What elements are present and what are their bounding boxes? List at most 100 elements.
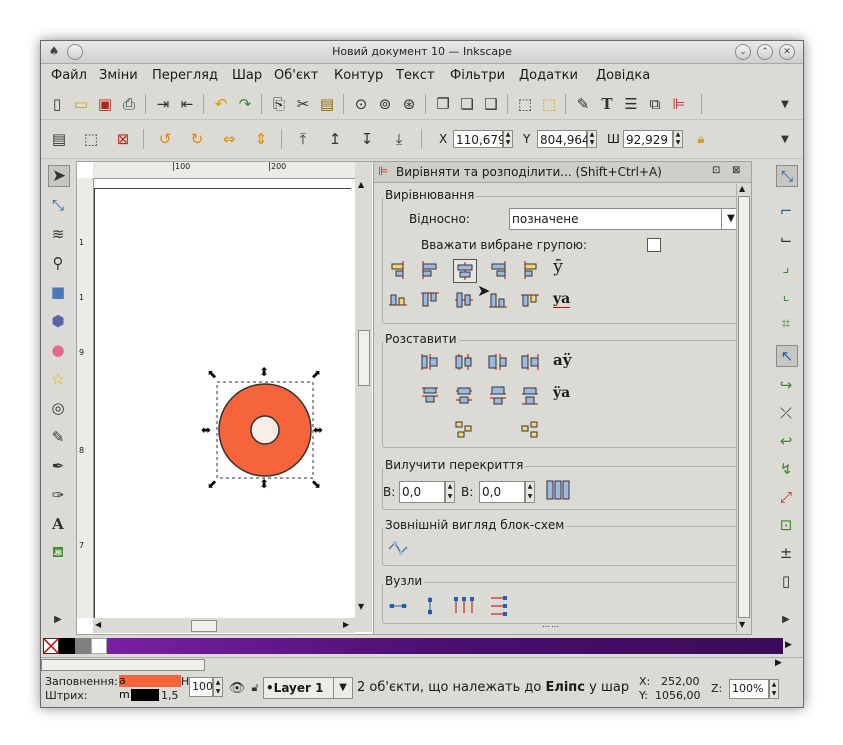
distribute-nodes-vertical-icon[interactable]: [487, 595, 509, 617]
scale-handle-e-icon[interactable]: ⬌: [313, 423, 323, 437]
node-tool-icon[interactable]: ⤡: [48, 195, 68, 215]
swatch-black[interactable]: [59, 638, 75, 654]
h-gap-spinner[interactable]: ▲ ▼: [445, 481, 455, 503]
distribute-left-edges-icon[interactable]: [419, 351, 441, 373]
align-dialog-icon[interactable]: ⊫: [669, 94, 689, 114]
treat-as-group-checkbox[interactable]: [647, 238, 661, 252]
distribute-bottom-edges-icon[interactable]: [519, 385, 541, 407]
scale-handle-w-icon[interactable]: ⬌: [201, 423, 211, 437]
dropdown-arrow-icon[interactable]: ▼: [333, 678, 352, 698]
controls-overflow-icon[interactable]: ▼: [775, 129, 795, 149]
group-icon[interactable]: ⬚: [515, 94, 535, 114]
zoom-spinner[interactable]: ▲ ▼: [769, 679, 779, 699]
scrollbar-thumb[interactable]: [191, 620, 217, 632]
copy-icon[interactable]: ⎘: [269, 94, 289, 114]
rectangle-tool-icon[interactable]: ■: [48, 282, 68, 302]
scale-handle-n-icon[interactable]: ⬍: [259, 365, 269, 379]
y-input[interactable]: 804,964: [537, 130, 590, 148]
pen-tool-icon[interactable]: ✒: [48, 456, 68, 476]
align-left-edge-to-right-icon[interactable]: [519, 259, 541, 281]
align-nodes-vertical-icon[interactable]: [419, 595, 441, 617]
layer-select[interactable]: •Layer 1 ▼: [263, 677, 353, 699]
align-top-edges-icon[interactable]: [419, 289, 441, 311]
distribute-baselines-v-icon[interactable]: ÿa: [553, 385, 570, 401]
align-left-edges-icon[interactable]: [419, 259, 441, 281]
scrollbar-thumb[interactable]: [41, 659, 205, 671]
minimize-button[interactable]: ⌄: [735, 44, 751, 60]
selection-group[interactable]: ⬉ ⬍ ⬈ ⬌ ⬌ ⬋ ⬍ ⬊: [197, 362, 327, 492]
rotate-cw-icon[interactable]: ↻: [187, 129, 207, 149]
y-spinner[interactable]: ▲ ▼: [587, 130, 597, 148]
w-input[interactable]: 92,929: [623, 130, 673, 148]
zoom-tool-icon[interactable]: ⚲: [48, 253, 68, 273]
duplicate-icon[interactable]: ❐: [433, 94, 453, 114]
scroll-up-icon[interactable]: ▲: [358, 180, 364, 189]
save-icon[interactable]: ▣: [95, 94, 115, 114]
toolbar-overflow-icon[interactable]: ▼: [775, 94, 795, 114]
opacity-input[interactable]: 100: [189, 677, 213, 697]
distribute-right-edges-icon[interactable]: [519, 351, 541, 373]
swatch-purple-range[interactable]: [107, 638, 783, 654]
snap-bbox-midpoint-icon[interactable]: ⌞: [776, 285, 796, 305]
snap-toggle-icon[interactable]: ⤡: [776, 165, 798, 187]
raise-icon[interactable]: ↥: [325, 129, 345, 149]
fill-swatch[interactable]: a: [119, 675, 181, 687]
no-paint-swatch[interactable]: [43, 638, 59, 654]
scroll-up-icon[interactable]: ▲: [739, 184, 745, 193]
menu-view[interactable]: Перегляд: [152, 68, 218, 83]
scale-handle-sw-icon[interactable]: ⬋: [207, 477, 217, 491]
lower-to-bottom-icon[interactable]: ⤓: [389, 129, 409, 149]
align-right-edge-to-left-icon[interactable]: [387, 259, 409, 281]
lock-icon[interactable]: 🔒︎: [691, 129, 711, 149]
redo-icon[interactable]: ↷: [235, 94, 255, 114]
menu-text[interactable]: Текст: [396, 68, 435, 83]
rotate-ccw-icon[interactable]: ↺: [155, 129, 175, 149]
menu-extensions[interactable]: Додатки: [519, 68, 578, 83]
menu-object[interactable]: Об'єкт: [274, 68, 318, 83]
v-gap-input[interactable]: 0,0: [479, 481, 525, 503]
scrollbar-thumb[interactable]: [738, 196, 750, 618]
distribute-nodes-horizontal-icon[interactable]: [453, 595, 475, 617]
randomize-icon[interactable]: [453, 419, 475, 441]
new-document-icon[interactable]: ▯: [47, 94, 67, 114]
w-spinner[interactable]: ▲ ▼: [673, 130, 683, 148]
canvas-horizontal-scrollbar[interactable]: ◀ ▶: [93, 618, 355, 633]
distribute-centers-h-icon[interactable]: [453, 351, 475, 373]
snap-bbox-edge-icon[interactable]: ⌙: [776, 229, 796, 249]
x-spinner[interactable]: ▲ ▼: [503, 130, 513, 148]
unclump-icon[interactable]: [519, 419, 541, 441]
layer-lock-icon[interactable]: 🔓︎: [245, 678, 265, 698]
select-all-layers-icon[interactable]: ⬚: [81, 129, 101, 149]
selector-tool-icon[interactable]: ➤: [48, 165, 70, 187]
scroll-right-icon[interactable]: ▶: [343, 620, 349, 629]
close-button[interactable]: ✕: [779, 44, 795, 60]
menu-layer[interactable]: Шар: [232, 68, 262, 83]
toolbox-more-icon[interactable]: ▶: [48, 609, 68, 629]
center-on-horizontal-axis-icon[interactable]: [453, 289, 475, 311]
canvas-vertical-scrollbar[interactable]: ▲ ▼: [355, 162, 372, 632]
menu-filters[interactable]: Фільтри: [450, 68, 505, 83]
distribute-top-edges-icon[interactable]: [419, 385, 441, 407]
menu-edit[interactable]: Зміни: [99, 68, 138, 83]
distribute-baselines-h-icon[interactable]: aÿ: [553, 351, 571, 369]
dock-iconify-icon[interactable]: ⊡: [712, 165, 720, 176]
remove-overlap-button[interactable]: [545, 479, 571, 501]
align-nodes-horizontal-icon[interactable]: [387, 595, 409, 617]
snap-nodes-icon[interactable]: ↖: [776, 345, 798, 367]
opacity-spinner[interactable]: ▲ ▼: [213, 677, 223, 697]
snap-smooth-icon[interactable]: ↯: [776, 459, 796, 479]
snap-cusp-icon[interactable]: ↩: [776, 431, 796, 451]
distribute-centers-v-icon[interactable]: [453, 385, 475, 407]
arrange-connectors-icon[interactable]: [387, 539, 409, 561]
x-input[interactable]: 110,679: [453, 130, 506, 148]
ellipse-tool-icon[interactable]: ●: [48, 340, 68, 360]
h-gap-input[interactable]: 0,0: [399, 481, 445, 503]
3d-box-tool-icon[interactable]: ⬢: [48, 311, 68, 331]
print-icon[interactable]: ⎙: [119, 94, 139, 114]
scroll-down-icon[interactable]: ▼: [358, 602, 364, 611]
center-on-vertical-axis-icon[interactable]: [453, 259, 477, 283]
swatch-gray[interactable]: [75, 638, 91, 654]
layer-visibility-icon[interactable]: 👁︎: [227, 678, 247, 698]
pencil-tool-icon[interactable]: ✎: [48, 427, 68, 447]
align-bottom-to-top-icon[interactable]: [387, 289, 409, 311]
